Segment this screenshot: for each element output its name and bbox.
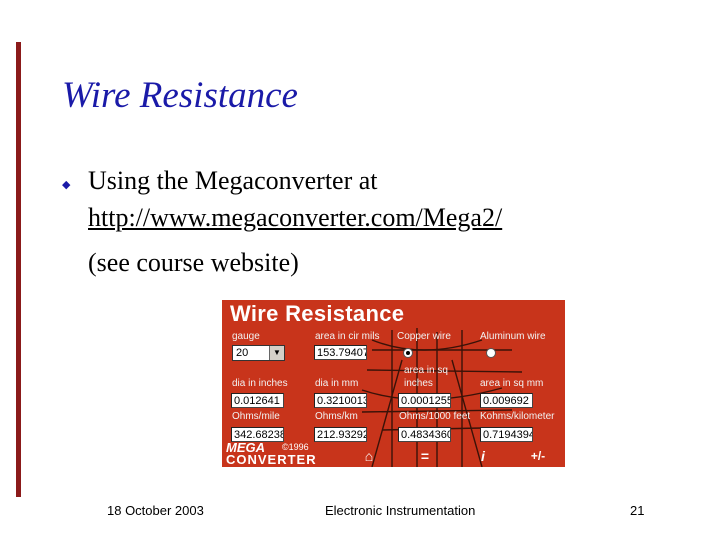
gauge-label: gauge [232,331,260,342]
area-cmils-label: area in cir mils [315,331,380,342]
gauge-select[interactable]: 20 ▼ [232,345,285,361]
diamond-bullet-icon: ◆ [62,178,71,191]
aluminum-wire-radio[interactable] [486,348,496,358]
footer-date: 18 October 2003 [107,503,204,518]
converter-title: Wire Resistance [230,301,405,326]
kohms-kilometer-field[interactable]: 0.7194394 [480,427,533,442]
home-icon[interactable]: ⌂ [358,448,380,464]
left-accent-bar [16,42,21,497]
ohms-mile-label: Ohms/mile [232,411,280,422]
chevron-down-icon[interactable]: ▼ [269,346,284,360]
copper-wire-label: Copper wire [397,331,451,342]
ohms-1000ft-label: Ohms/1000 feet [399,411,471,422]
bullet-text-line-3: (see course website) [88,248,299,277]
slide-title: Wire Resistance [62,75,298,116]
dia-mm-label: dia in mm [315,378,359,389]
kohms-kilometer-label: Kohms/kilometer [480,411,555,422]
footer-course-name: Electronic Instrumentation [325,503,476,518]
dia-inches-label: dia in inches [232,378,288,389]
megaconverter-link[interactable]: http://www.megaconverter.com/Mega2/ [88,203,502,233]
copyright-text: ©1996 [282,442,309,452]
area-cmils-field[interactable]: 153.79407 [314,345,367,360]
aluminum-wire-label: Aluminum wire [480,331,546,342]
dia-mm-field[interactable]: 0.3210013 [314,393,367,408]
info-icon[interactable]: i [472,448,494,464]
copper-wire-radio[interactable] [403,348,413,358]
equals-button[interactable]: = [414,448,436,464]
area-sq-mm-field[interactable]: 0.009692 [480,393,533,408]
megaconverter-logo-bottom: CONVERTER [226,452,317,467]
bullet-text-line-1: Using the Megaconverter at [88,166,378,195]
wire-resistance-converter: Wire Resistance gauge area in cir mils C… [222,300,565,467]
plus-minus-button[interactable]: +/- [527,448,549,464]
area-sq-inches-label-line1: area in sq [404,365,448,376]
ohms-1000ft-field[interactable]: 0.4834360 [398,427,451,442]
dia-inches-field[interactable]: 0.012641 [231,393,284,408]
area-sq-mm-label: area in sq mm [480,378,544,389]
ohms-km-label: Ohms/km [315,411,358,422]
ohms-km-field[interactable]: 212.93292 [314,427,367,442]
page-number: 21 [630,503,645,518]
area-sq-inches-field[interactable]: 0.0001255 [398,393,451,408]
area-sq-inches-label-line2: inches [404,378,433,389]
gauge-select-value: 20 [236,347,249,359]
